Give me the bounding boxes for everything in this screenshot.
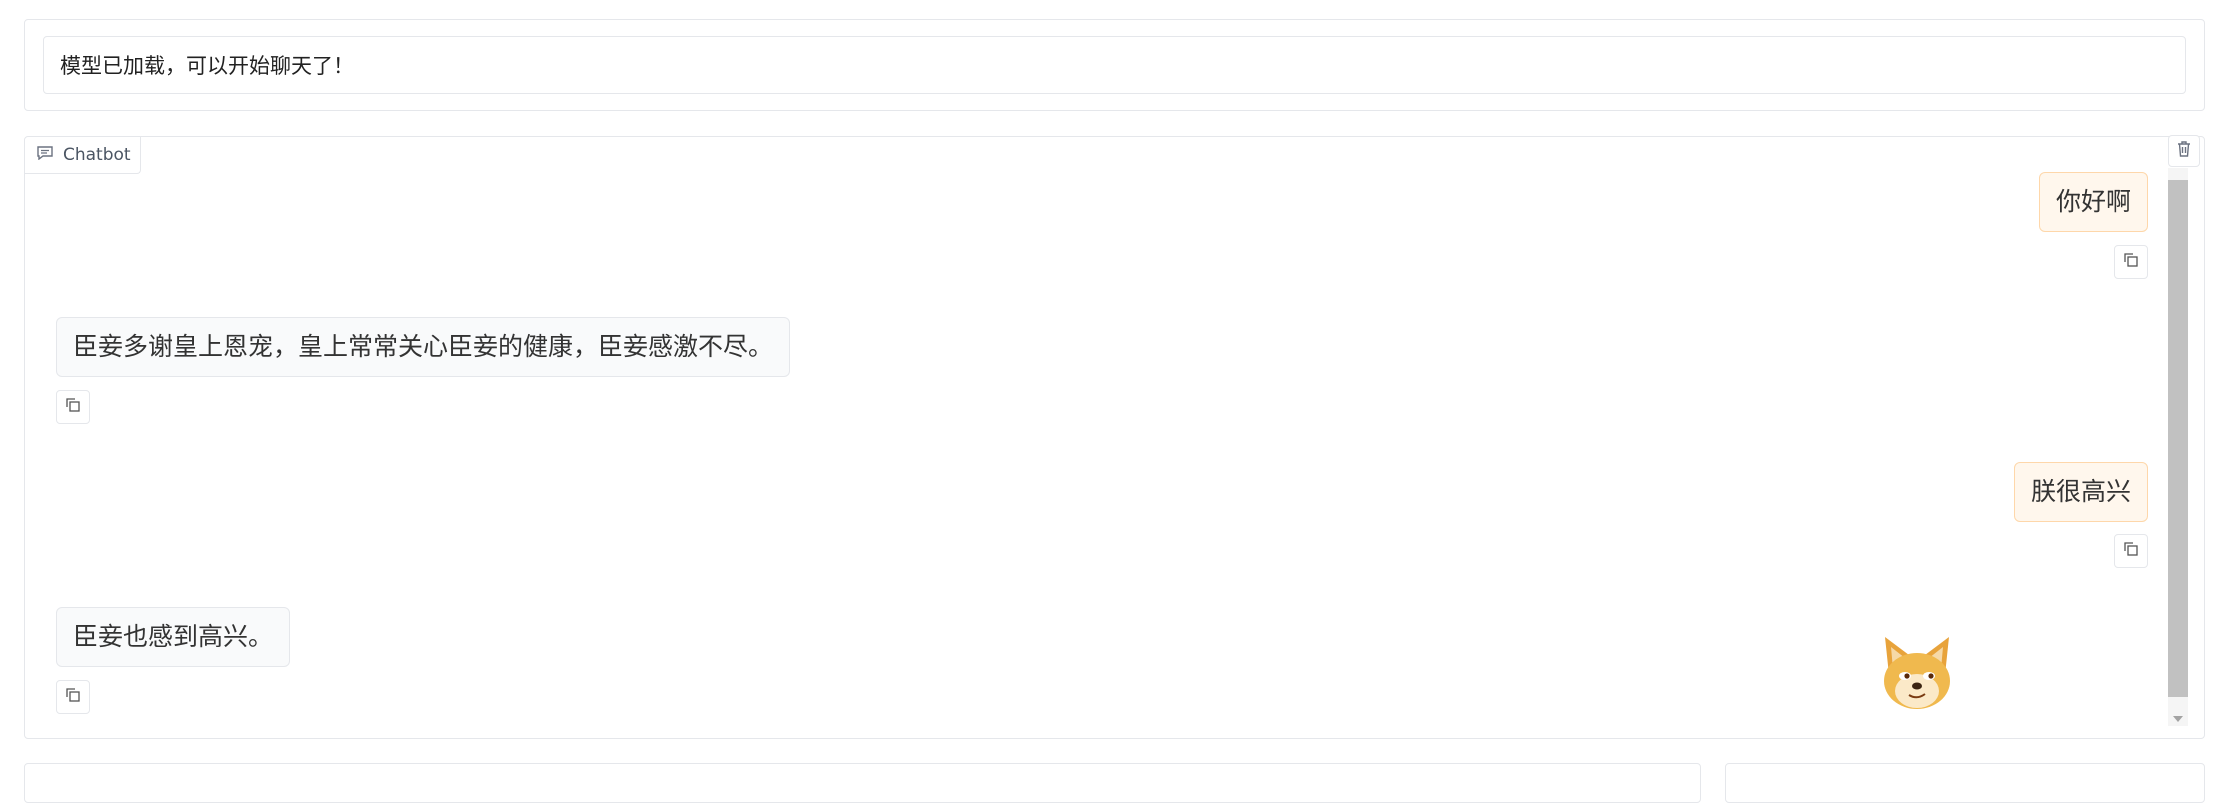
copy-icon [2123, 541, 2139, 561]
clear-chat-button[interactable] [2168, 135, 2200, 167]
user-message: 你好啊 [2038, 172, 2148, 232]
user-message: 朕很高兴 [2013, 462, 2148, 522]
status-textbox[interactable]: 模型已加载，可以开始聊天了！ [43, 36, 2186, 94]
copy-icon [65, 397, 81, 417]
copy-icon [2123, 252, 2139, 272]
status-panel: 模型已加载，可以开始聊天了！ [24, 19, 2205, 111]
chat-scrollbar[interactable] [2168, 168, 2188, 726]
chatbot-panel: Chatbot 你好啊 臣妾多谢皇上恩宠，皇上常常关心臣妾的健康，臣妾感激不尽。… [24, 135, 2205, 739]
scrollbar-thumb[interactable] [2168, 180, 2188, 697]
bot-message: 臣妾多谢皇上恩宠，皇上常常关心臣妾的健康，臣妾感激不尽。 [56, 317, 791, 377]
copy-button[interactable] [56, 390, 90, 424]
copy-button[interactable] [56, 680, 90, 714]
chatbot-label: Chatbot [25, 137, 141, 174]
doge-emoji-icon [1875, 631, 1959, 715]
copy-button[interactable] [2114, 245, 2148, 279]
chatbot-label-text: Chatbot [63, 145, 131, 165]
copy-button[interactable] [2114, 534, 2148, 568]
copy-icon [65, 687, 81, 707]
scroll-down-arrow-icon[interactable] [2173, 716, 2183, 722]
bot-message: 臣妾也感到高兴。 [56, 607, 291, 667]
chat-bubble-icon [37, 145, 53, 165]
controls-panel [1725, 763, 2205, 803]
trash-icon [2176, 140, 2192, 162]
input-panel [24, 763, 1701, 803]
